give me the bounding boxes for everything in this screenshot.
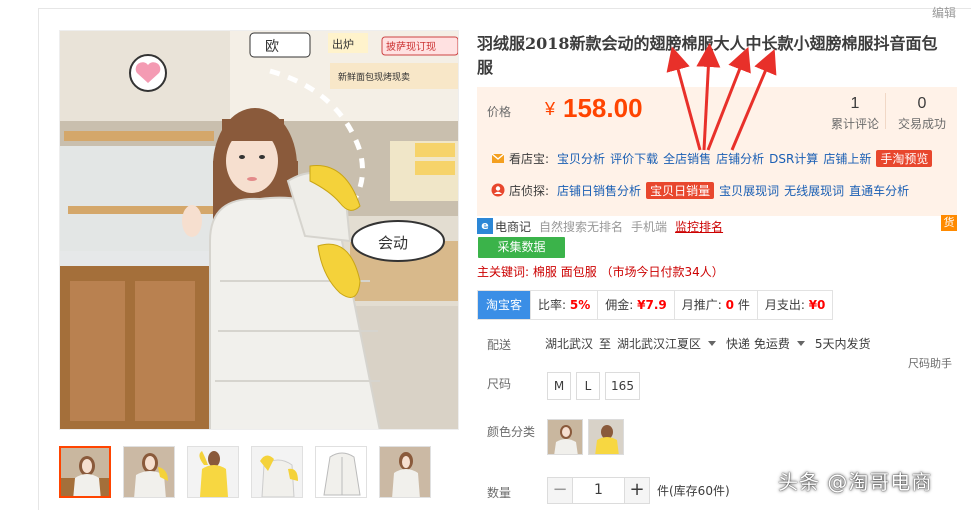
- monthly-spend-value: ¥0: [808, 298, 826, 312]
- monthly-spend-cell: 月支出: ¥0: [758, 291, 833, 319]
- dianshangji-logo: e: [477, 218, 493, 234]
- price-currency: ¥: [545, 99, 556, 119]
- goods-badge[interactable]: 货: [941, 215, 957, 231]
- user-icon: [491, 183, 505, 197]
- thumbnail-3[interactable]: [187, 446, 239, 498]
- quantity-decrease-button[interactable]: −: [547, 477, 573, 504]
- monitor-rank-link[interactable]: 监控排名: [675, 218, 723, 235]
- thumbnail-4[interactable]: [251, 446, 303, 498]
- shop-link-item-analysis[interactable]: 宝贝分析: [557, 150, 605, 167]
- sales-count: 0: [917, 95, 927, 112]
- shipping-method[interactable]: 快递 免运费: [726, 335, 790, 352]
- merchant-line: e 电商记 自然搜索无排名 手机端 监控排名: [477, 217, 723, 235]
- shop-link-review-download[interactable]: 评价下载: [610, 150, 658, 167]
- shop-row-label: 看店宝:: [509, 151, 550, 166]
- commission-value: ¥7.9: [637, 298, 667, 312]
- reviews-count: 1: [850, 95, 860, 112]
- size-option-l[interactable]: L: [576, 372, 600, 400]
- sales-stat: 0 交易成功: [889, 95, 955, 132]
- product-photo-illustration: 欧 出炉 披萨现订现 新鲜面包现烤现卖 会动: [60, 31, 458, 429]
- bubble-text: 会动: [378, 234, 408, 252]
- spy-link-ad-analysis[interactable]: 直通车分析: [849, 182, 909, 199]
- color-option-2[interactable]: [588, 419, 624, 455]
- shop-link-store-sales[interactable]: 全店销售: [663, 150, 711, 167]
- monthly-promo-cell: 月推广: 0 件: [675, 291, 758, 319]
- monthly-spend-label: 月支出:: [764, 298, 805, 312]
- dianshangji-brand[interactable]: 电商记: [495, 218, 531, 235]
- spy-link-daily-store-sales[interactable]: 店铺日销售分析: [557, 182, 641, 199]
- taobaoke-button[interactable]: 淘宝客: [478, 291, 532, 319]
- spy-tool-row: 店侦探: 店铺日销售分析 宝贝日销量 宝贝展现词 无线展现词 直通车分析: [491, 181, 914, 199]
- shop-link-new-items[interactable]: 店铺上新: [823, 150, 871, 167]
- size-option-m[interactable]: M: [547, 372, 571, 400]
- sign-oven-text: 出炉: [332, 37, 354, 51]
- color-option-1[interactable]: [547, 419, 583, 455]
- size-option-165[interactable]: 165: [605, 372, 640, 400]
- size-helper-link[interactable]: 尺码助手: [908, 355, 952, 371]
- watermark-text: 头条 @淘哥电商: [778, 470, 933, 494]
- monthly-promo-value: 0: [725, 298, 734, 312]
- taobaoke-stat-bar: 淘宝客 比率: 5% 佣金: ¥7.9 月推广: 0 件 月支出: ¥0: [477, 290, 834, 320]
- main-keywords: 主关键词: 棉服 面包服 （市场今日付款34人）: [477, 263, 724, 280]
- mail-icon: [491, 151, 505, 165]
- commission-cell: 佣金: ¥7.9: [598, 291, 675, 319]
- sales-label: 交易成功: [897, 117, 946, 131]
- sign-order-text: 披萨现订现: [386, 40, 436, 53]
- mobile-label: 手机端: [631, 219, 668, 234]
- delivery-label: 配送: [487, 338, 512, 352]
- keywords-value: 棉服 面包服 （市场今日付款34人）: [532, 265, 724, 279]
- stat-divider: [885, 93, 886, 129]
- quantity-label: 数量: [487, 486, 512, 500]
- shop-link-dsr[interactable]: DSR计算: [769, 150, 818, 167]
- price-label: 价格: [487, 105, 512, 119]
- quantity-input[interactable]: 1: [573, 477, 624, 504]
- delivery-row: 湖北武汉 至 湖北武汉江夏区 快递 免运费 5天内发货: [545, 335, 871, 352]
- price-value: 158.00: [563, 93, 643, 123]
- commission-label: 佣金:: [605, 298, 634, 312]
- collect-data-button[interactable]: 采集数据: [478, 237, 565, 258]
- reviews-stat[interactable]: 1 累计评论: [822, 95, 888, 132]
- delivery-from: 湖北武汉: [545, 337, 594, 351]
- delivery-to-word: 至: [599, 337, 612, 351]
- price-panel: 价格 ¥ 158.00 1 累计评论 0 交易成功 看店宝: 宝贝分析 评价下载…: [477, 87, 957, 216]
- monthly-promo-label: 月推广:: [681, 298, 722, 312]
- shop-link-store-analysis[interactable]: 店铺分析: [716, 150, 764, 167]
- main-product-image[interactable]: 欧 出炉 披萨现订现 新鲜面包现烤现卖 会动: [59, 30, 459, 430]
- thumbnail-1[interactable]: [59, 446, 111, 498]
- sign-new-text: 新鲜面包现烤现卖: [338, 71, 410, 83]
- spy-link-item-keywords[interactable]: 宝贝展现词: [719, 182, 779, 199]
- ratio-label: 比率:: [538, 298, 567, 312]
- reviews-label: 累计评论: [830, 117, 879, 131]
- edit-link[interactable]: 编辑: [932, 4, 956, 21]
- thumbnail-6[interactable]: [379, 446, 431, 498]
- monthly-promo-unit: 件: [737, 298, 750, 312]
- spy-row-label: 店侦探:: [509, 183, 550, 198]
- product-title: 羽绒服2018新款会动的翅膀棉服大人中长款小翅膀棉服抖音面包服: [477, 34, 938, 77]
- thumbnail-2[interactable]: [123, 446, 175, 498]
- shop-tool-row: 看店宝: 宝贝分析 评价下载 全店销售 店铺分析 DSR计算 店铺上新 手淘预览: [491, 149, 937, 167]
- spy-tag-daily-item-sales[interactable]: 宝贝日销量: [646, 181, 715, 199]
- spy-link-mobile-keywords[interactable]: 无线展现词: [784, 182, 844, 199]
- size-label: 尺码: [487, 377, 512, 391]
- ship-time: 5天内发货: [814, 337, 871, 351]
- shop-tag-preview[interactable]: 手淘预览: [876, 149, 933, 167]
- thumbnail-5[interactable]: [315, 446, 367, 498]
- stock-info: 件(库存60件): [657, 484, 730, 498]
- keywords-label: 主关键词:: [477, 265, 530, 279]
- sign-fast-text: 欧: [265, 39, 279, 55]
- quantity-increase-button[interactable]: +: [624, 477, 650, 504]
- delivery-destination[interactable]: 湖北武汉江夏区: [617, 335, 701, 352]
- shipping-chevron-down-icon[interactable]: [796, 341, 805, 346]
- ratio-value: 5%: [569, 298, 591, 312]
- destination-chevron-down-icon[interactable]: [708, 341, 717, 346]
- color-label: 颜色分类: [487, 425, 536, 439]
- ratio-cell: 比率: 5%: [531, 291, 599, 319]
- organic-search-rank: 自然搜索无排名: [539, 219, 624, 234]
